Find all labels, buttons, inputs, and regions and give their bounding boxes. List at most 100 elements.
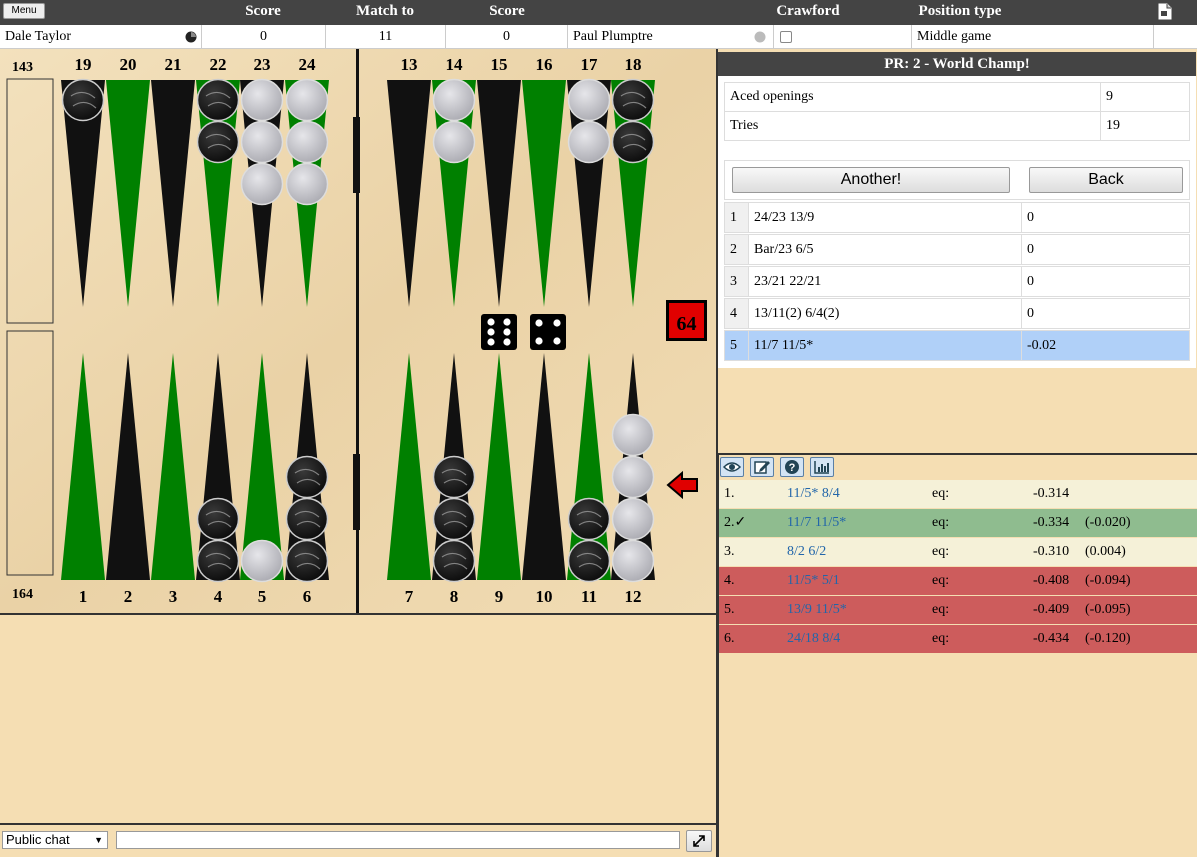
analysis-move[interactable]: 8/2 6/2: [787, 538, 826, 566]
candidate-move-row[interactable]: 4 13/11(2) 6/4(2) 0: [724, 298, 1190, 329]
white-checker[interactable]: [611, 455, 655, 499]
analysis-rank: 6.: [724, 631, 735, 646]
candidate-move-row[interactable]: 2 Bar/23 6/5 0: [724, 234, 1190, 265]
white-checker[interactable]: [567, 78, 611, 122]
candidate-move-row[interactable]: 1 24/23 13/9 0: [724, 202, 1190, 233]
pr-button-row: Another! Back: [724, 160, 1190, 200]
menu-button[interactable]: Menu: [3, 3, 45, 19]
player1-score: 0: [202, 25, 326, 49]
pr-title: PR: 2 - World Champ!: [718, 52, 1196, 76]
analysis-move[interactable]: 11/5* 8/4: [787, 480, 840, 508]
point-number: 10: [536, 587, 553, 606]
point-number: 17: [581, 55, 599, 74]
point-number: 6: [303, 587, 312, 606]
analysis-rank: 3.: [724, 544, 735, 559]
white-checker[interactable]: [285, 78, 329, 122]
svg-text:?: ?: [789, 462, 796, 474]
point-number: 14: [446, 55, 464, 74]
black-checker[interactable]: [432, 497, 476, 541]
analysis-move[interactable]: 13/9 11/5*: [787, 596, 847, 624]
move-index: 1: [725, 203, 749, 232]
black-checker[interactable]: [432, 539, 476, 583]
analysis-move[interactable]: 11/5* 5/1: [787, 567, 840, 595]
black-checker[interactable]: [196, 539, 240, 583]
white-checker[interactable]: [285, 120, 329, 164]
black-checker[interactable]: [61, 78, 105, 122]
chart-icon[interactable]: [810, 457, 834, 477]
eye-icon[interactable]: [720, 457, 744, 477]
point-number: 7: [405, 587, 414, 606]
match-info-row: Dale Taylor 0 11 0 Paul Plumptre Middle …: [0, 25, 1197, 49]
move-text: 24/23 13/9: [749, 203, 1022, 232]
doubling-cube[interactable]: 64: [666, 300, 707, 341]
point-number: 5: [258, 587, 267, 606]
crawford-cell: [774, 25, 912, 49]
move-text: 13/11(2) 6/4(2): [749, 299, 1022, 328]
black-checker[interactable]: [432, 455, 476, 499]
point-number: 23: [254, 55, 271, 74]
analysis-move[interactable]: 11/7 11/5*: [787, 509, 846, 537]
back-button[interactable]: Back: [1029, 167, 1183, 193]
chat-channel-select[interactable]: Public chat ▼: [2, 831, 108, 849]
white-checker[interactable]: [611, 497, 655, 541]
chat-input[interactable]: [116, 831, 680, 849]
analysis-row[interactable]: 6. 24/18 8/4 eq: -0.434 (-0.120): [719, 625, 1197, 653]
analysis-row[interactable]: 5. 13/9 11/5* eq: -0.409 (-0.095): [719, 596, 1197, 624]
white-checker[interactable]: [567, 120, 611, 164]
analysis-move[interactable]: 24/18 8/4: [787, 625, 840, 653]
white-checker[interactable]: [611, 539, 655, 583]
point-number: 11: [581, 587, 597, 606]
black-checker[interactable]: [611, 120, 655, 164]
help-icon[interactable]: ?: [780, 457, 804, 477]
analysis-eq-value: -0.409: [1033, 602, 1070, 617]
expand-icon: [693, 835, 705, 847]
stat-value: 9: [1106, 89, 1113, 104]
white-checker[interactable]: [432, 78, 476, 122]
backgammon-board[interactable]: 143 164 242322212019 1817161514131 2 3 4 5 6 7 8…: [0, 49, 716, 613]
expand-button[interactable]: [686, 830, 712, 852]
black-checker[interactable]: [196, 78, 240, 122]
move-text: 23/21 22/21: [749, 267, 1022, 296]
white-checker[interactable]: [240, 539, 284, 583]
candidate-move-row[interactable]: 5 11/7 11/5* -0.02: [724, 330, 1190, 361]
position-type-value: Middle game: [912, 25, 1154, 49]
white-checker[interactable]: [432, 120, 476, 164]
edit-icon[interactable]: [750, 457, 774, 477]
crawford-checkbox[interactable]: [780, 31, 792, 43]
analysis-rank: 4.: [724, 573, 735, 588]
white-checker[interactable]: [240, 120, 284, 164]
point-number: 16: [536, 55, 553, 74]
black-checker[interactable]: [285, 539, 329, 583]
analysis-row[interactable]: 4. 11/5* 5/1 eq: -0.408 (-0.094): [719, 567, 1197, 595]
black-checker[interactable]: [196, 120, 240, 164]
candidate-move-row[interactable]: 3 23/21 22/21 0: [724, 266, 1190, 297]
black-checker[interactable]: [567, 539, 611, 583]
analysis-row[interactable]: 1. 11/5* 8/4 eq: -0.314: [719, 480, 1197, 508]
top-bar: Menu Score Match to Score Crawford Posit…: [0, 0, 1197, 25]
analysis-row[interactable]: 2.✓ 11/7 11/5* eq: -0.334 (-0.020): [719, 509, 1197, 537]
white-checker[interactable]: [240, 78, 284, 122]
point-number: 1: [79, 587, 88, 606]
move-value: 0: [1027, 274, 1034, 289]
analysis-eq-diff: (-0.094): [1085, 573, 1131, 588]
black-checker[interactable]: [567, 497, 611, 541]
point-number: 9: [495, 587, 504, 606]
analysis-row[interactable]: 3. 8/2 6/2 eq: -0.310 (0.004): [719, 538, 1197, 566]
point-number: 12: [625, 587, 642, 606]
white-checker[interactable]: [611, 413, 655, 457]
chat-log[interactable]: [0, 613, 716, 825]
white-checker[interactable]: [240, 162, 284, 206]
black-checker[interactable]: [285, 455, 329, 499]
point-number: 21: [165, 55, 182, 74]
another-button[interactable]: Another!: [732, 167, 1010, 193]
player2-name: Paul Plumptre: [568, 25, 774, 49]
white-checker[interactable]: [285, 162, 329, 206]
black-checker[interactable]: [196, 497, 240, 541]
document-icon[interactable]: [1158, 3, 1172, 20]
black-checker[interactable]: [611, 78, 655, 122]
black-checker[interactable]: [285, 497, 329, 541]
move-value: 0: [1027, 210, 1034, 225]
bar-hinge-bottom: [353, 454, 360, 530]
analysis-eq-value: -0.314: [1033, 486, 1070, 501]
move-index: 2: [725, 235, 749, 264]
